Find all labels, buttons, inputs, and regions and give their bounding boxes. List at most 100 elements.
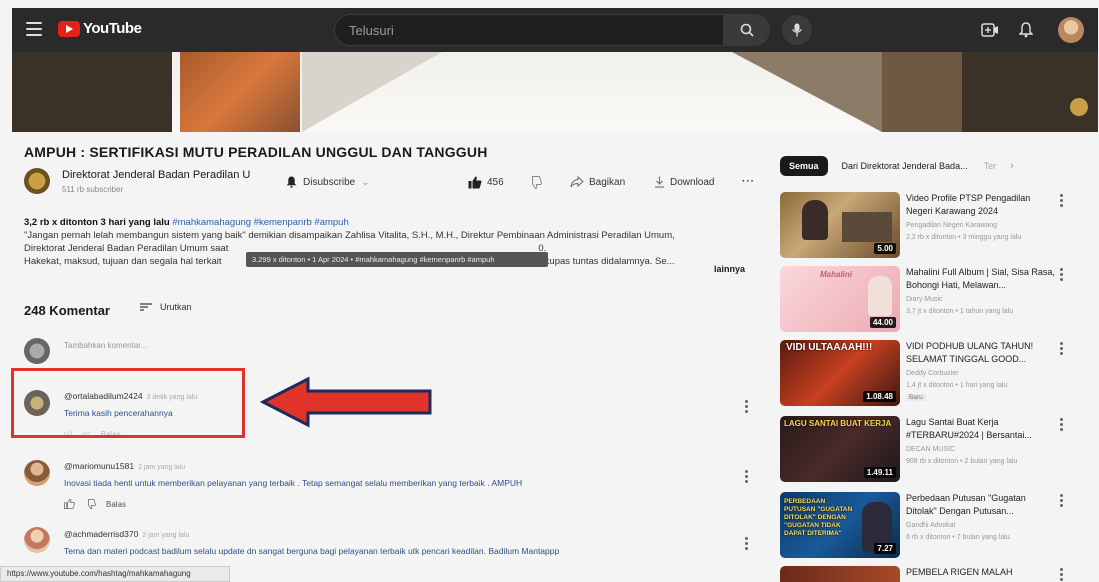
- recommendation-item[interactable]: 5.00 Video Profile PTSP Pengadilan Neger…: [780, 192, 1080, 260]
- dislike-button[interactable]: [528, 176, 542, 189]
- video-frame-right: [882, 52, 962, 132]
- channel-watermark[interactable]: [1070, 98, 1088, 116]
- chip-next[interactable]: Ter: [982, 156, 999, 176]
- thumbs-up-icon[interactable]: [64, 499, 75, 509]
- subscribe-label: Disubscribe: [303, 176, 356, 188]
- more-options-icon[interactable]: [1060, 342, 1063, 355]
- search-button[interactable]: [724, 14, 770, 46]
- recommendation-title[interactable]: Perbedaan Putusan "Gugatan Ditolak" Deng…: [906, 492, 1056, 518]
- thumbs-down-icon[interactable]: [85, 499, 96, 509]
- recommendation-item[interactable]: VIDI ULTAAAAH!!! 1.08.48 VIDI PODHUB ULA…: [780, 340, 1080, 408]
- avatar[interactable]: [24, 527, 50, 553]
- recommendation-item[interactable]: LAGU SANTAI BUAT KERJA 1.49.11 Lagu Sant…: [780, 416, 1080, 484]
- more-options-icon[interactable]: [1060, 568, 1063, 581]
- video-title: AMPUH : SERTIFIKASI MUTU PERADILAN UNGGU…: [24, 144, 488, 160]
- chip-channel[interactable]: Dari Direktorat Jenderal Bada...: [840, 156, 970, 176]
- comment-author[interactable]: @ortalabadilum2424 3 detik yang lalu: [64, 391, 197, 401]
- video-duration: 44.00: [869, 317, 896, 328]
- recommendation-channel[interactable]: Gandhi Advokat: [906, 522, 955, 529]
- show-more-link[interactable]: lainnya: [714, 264, 745, 274]
- recommendation-title[interactable]: Mahalini Full Album | Sial, Sisa Rasa, B…: [906, 266, 1056, 292]
- recommendation-channel[interactable]: Diary Music: [906, 296, 943, 303]
- recommendation-title[interactable]: VIDI PODHUB ULANG TAHUN! SELAMAT TINGGAL…: [906, 340, 1056, 366]
- channel-name[interactable]: Direktorat Jenderal Badan Peradilan U: [62, 169, 250, 181]
- description-box[interactable]: 3,2 rb x ditonton 3 hari yang lalu #mahk…: [24, 216, 754, 278]
- video-frame-left: [180, 52, 300, 132]
- avatar[interactable]: [24, 390, 50, 416]
- avatar[interactable]: [24, 460, 50, 486]
- like-button[interactable]: 456: [468, 176, 504, 189]
- comment-author[interactable]: @mariomunu1581 2 jam yang lalu: [64, 461, 185, 471]
- recommendation-item[interactable]: Mahalini 44.00 Mahalini Full Album | Sia…: [780, 266, 1080, 334]
- recommendation-meta: 6 rb x ditonton • 7 bulan yang lalu: [906, 534, 1010, 541]
- add-comment-input[interactable]: Tambahkan komentar...: [64, 341, 147, 350]
- video-thumbnail[interactable]: [780, 566, 900, 582]
- thumbs-up-icon: [468, 176, 482, 189]
- comment-menu-icon[interactable]: [745, 470, 748, 483]
- comment-username[interactable]: @mariomunu1581: [64, 461, 134, 471]
- comment-time[interactable]: 3 detik yang lalu: [147, 394, 198, 401]
- menu-icon[interactable]: [26, 22, 42, 36]
- comment-text: Inovasi tiada henti untuk memberikan pel…: [64, 478, 523, 488]
- recommendation-channel[interactable]: DECAN MUSIC: [906, 446, 955, 453]
- recommendation-item[interactable]: PEMBELA RIGEN MALAH: [780, 566, 1080, 582]
- youtube-logo[interactable]: YouTube: [58, 20, 142, 37]
- microphone-icon: [791, 23, 803, 37]
- like-count: 456: [487, 177, 504, 188]
- recommendation-meta: 1,4 jt x ditonton • 1 hari yang lalu: [906, 382, 1008, 389]
- share-button[interactable]: Bagikan: [570, 176, 625, 188]
- avatar: [24, 338, 50, 364]
- account-avatar[interactable]: [1058, 17, 1084, 43]
- comment-menu-icon[interactable]: [745, 400, 748, 413]
- recommendation-meta: 908 rb x ditonton • 2 bulan yang lalu: [906, 458, 1018, 465]
- video-thumbnail[interactable]: Mahalini 44.00: [780, 266, 900, 332]
- recommendation-title[interactable]: Video Profile PTSP Pengadilan Negeri Kar…: [906, 192, 1056, 218]
- chevron-right-icon[interactable]: ›: [1010, 160, 1014, 172]
- video-thumbnail[interactable]: PERBEDAAN PUTUSAN "GUGATAN DITOLAK" DENG…: [780, 492, 900, 558]
- video-thumbnail[interactable]: VIDI ULTAAAAH!!! 1.08.48: [780, 340, 900, 406]
- reply-button[interactable]: Balas: [106, 500, 126, 509]
- thumbnail-text: LAGU SANTAI BUAT KERJA: [784, 419, 892, 428]
- video-duration: 5.00: [874, 243, 896, 254]
- search-input[interactable]: Telusuri: [334, 14, 724, 46]
- thumbs-up-icon[interactable]: 👍︎: [64, 429, 72, 439]
- voice-search-button[interactable]: [782, 15, 812, 45]
- hashtags[interactable]: #mahkamahagung #kemenpanrb #ampuh: [172, 217, 348, 228]
- comment-username[interactable]: @ortalabadilum2424: [64, 391, 143, 401]
- video-duration: 1.08.48: [863, 391, 896, 402]
- comments-count: 248 Komentar: [24, 303, 110, 318]
- more-options-icon[interactable]: [1060, 418, 1063, 431]
- more-options-icon[interactable]: [1060, 194, 1063, 207]
- comment-actions: 👍︎ 👎︎ Balas: [64, 429, 121, 439]
- notifications-bell-icon[interactable]: [1016, 20, 1036, 40]
- video-thumbnail[interactable]: 5.00: [780, 192, 900, 258]
- more-options-icon[interactable]: [1060, 494, 1063, 507]
- share-icon: [570, 176, 584, 188]
- thumbnail-text: Mahalini: [820, 270, 853, 279]
- video-player[interactable]: [12, 52, 1098, 132]
- chip-all[interactable]: Semua: [780, 156, 828, 176]
- more-actions-icon[interactable]: ···: [742, 176, 755, 187]
- recommendation-item[interactable]: PERBEDAAN PUTUSAN "GUGATAN DITOLAK" DENG…: [780, 492, 1080, 560]
- video-thumbnail[interactable]: LAGU SANTAI BUAT KERJA 1.49.11: [780, 416, 900, 482]
- subscribe-button[interactable]: Disubscribe ⌄: [286, 176, 370, 188]
- video-duration: 7.27: [874, 543, 896, 554]
- new-badge: Baru: [906, 394, 926, 401]
- comment-time[interactable]: 2 jam yang lalu: [138, 464, 185, 471]
- reply-button[interactable]: Balas: [101, 430, 121, 439]
- recommendation-channel[interactable]: Deddy Corbuzier: [906, 370, 959, 377]
- play-logo-icon: [58, 20, 80, 37]
- recommendation-title[interactable]: Lagu Santai Buat Kerja #TERBARU#2024 | B…: [906, 416, 1056, 442]
- comment-username[interactable]: @achmaderrisd370: [64, 529, 138, 539]
- create-video-icon[interactable]: [980, 20, 1000, 40]
- channel-avatar[interactable]: [24, 168, 50, 194]
- comment-time[interactable]: 2 jam yang lalu: [142, 532, 189, 539]
- download-button[interactable]: Download: [654, 176, 714, 188]
- comment-author[interactable]: @achmaderrisd370 2 jam yang lalu: [64, 529, 189, 539]
- comment-menu-icon[interactable]: [745, 537, 748, 550]
- recommendation-title[interactable]: PEMBELA RIGEN MALAH: [906, 566, 1056, 579]
- thumbs-down-icon[interactable]: 👎︎: [82, 429, 90, 439]
- more-options-icon[interactable]: [1060, 268, 1063, 281]
- sort-comments-button[interactable]: Urutkan: [140, 302, 192, 312]
- recommendation-channel[interactable]: Pengadilan Negeri Karawang: [906, 222, 997, 229]
